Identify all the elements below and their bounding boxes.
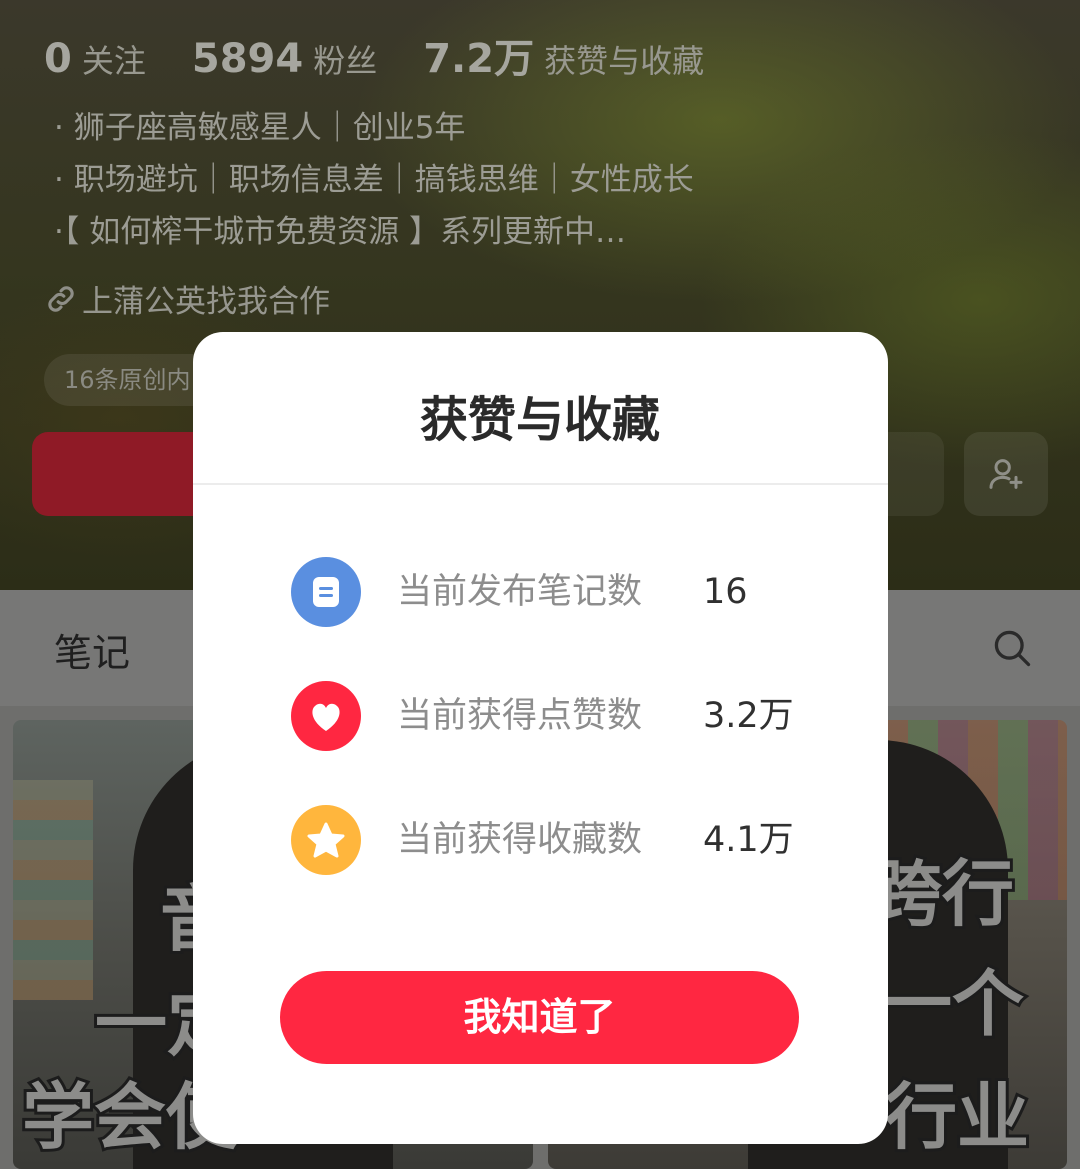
cover-text: 一个 — [877, 959, 1027, 1049]
cover-text: 行业 — [882, 1072, 1032, 1162]
followers-count: 5894 — [191, 36, 304, 82]
likes-collects-count: 7.2万 — [423, 36, 535, 82]
following-label: 关注 — [81, 42, 146, 80]
following-stat[interactable]: 0 关注 — [44, 36, 146, 82]
bio-line: ·【 如何榨干城市免费资源 】系列更新中… — [54, 214, 627, 250]
profile-stats: 0 关注 5894 粉丝 7.2万 获赞与收藏 — [44, 26, 750, 82]
dialog-title: 获赞与收藏 — [419, 392, 660, 448]
got-it-button[interactable]: 我知道了 — [280, 971, 799, 1064]
notes-count-label: 当前发布笔记数 — [397, 572, 643, 612]
likes-collects-stat[interactable]: 7.2万 获赞与收藏 — [423, 26, 704, 84]
bio-line: · 职场避坑｜职场信息差｜搞钱思维｜女性成长 — [54, 162, 694, 198]
bio-line: · 狮子座高敏感星人｜创业5年 — [54, 110, 466, 146]
star-icon — [291, 805, 361, 875]
add-user-icon — [989, 459, 1023, 489]
cover-text: 跨行 — [867, 849, 1017, 939]
cooperation-link[interactable]: 上蒲公英找我合作 — [44, 276, 330, 321]
tab-notes[interactable]: 笔记 — [54, 622, 130, 677]
followers-stat[interactable]: 5894 粉丝 — [192, 36, 377, 82]
heart-icon — [291, 681, 361, 751]
followers-label: 粉丝 — [313, 42, 378, 80]
search-icon[interactable] — [990, 626, 1034, 670]
collects-count-label: 当前获得收藏数 — [397, 820, 643, 860]
dialog-divider — [193, 483, 888, 485]
likes-collects-label: 获赞与收藏 — [544, 42, 705, 80]
notes-count-value: 16 — [703, 572, 748, 612]
following-count: 0 — [44, 36, 72, 82]
collects-count-value: 4.1万 — [703, 820, 794, 860]
likes-count-label: 当前获得点赞数 — [397, 696, 643, 736]
likes-count-value: 3.2万 — [703, 696, 794, 736]
link-icon — [48, 285, 74, 312]
background-shelf — [13, 780, 93, 1000]
note-icon — [291, 557, 361, 627]
screen: 0 关注 5894 粉丝 7.2万 获赞与收藏 · 狮子座高敏感星人｜创业5年 … — [0, 0, 1080, 1169]
cooperation-link-label: 上蒲公英找我合作 — [82, 284, 330, 320]
